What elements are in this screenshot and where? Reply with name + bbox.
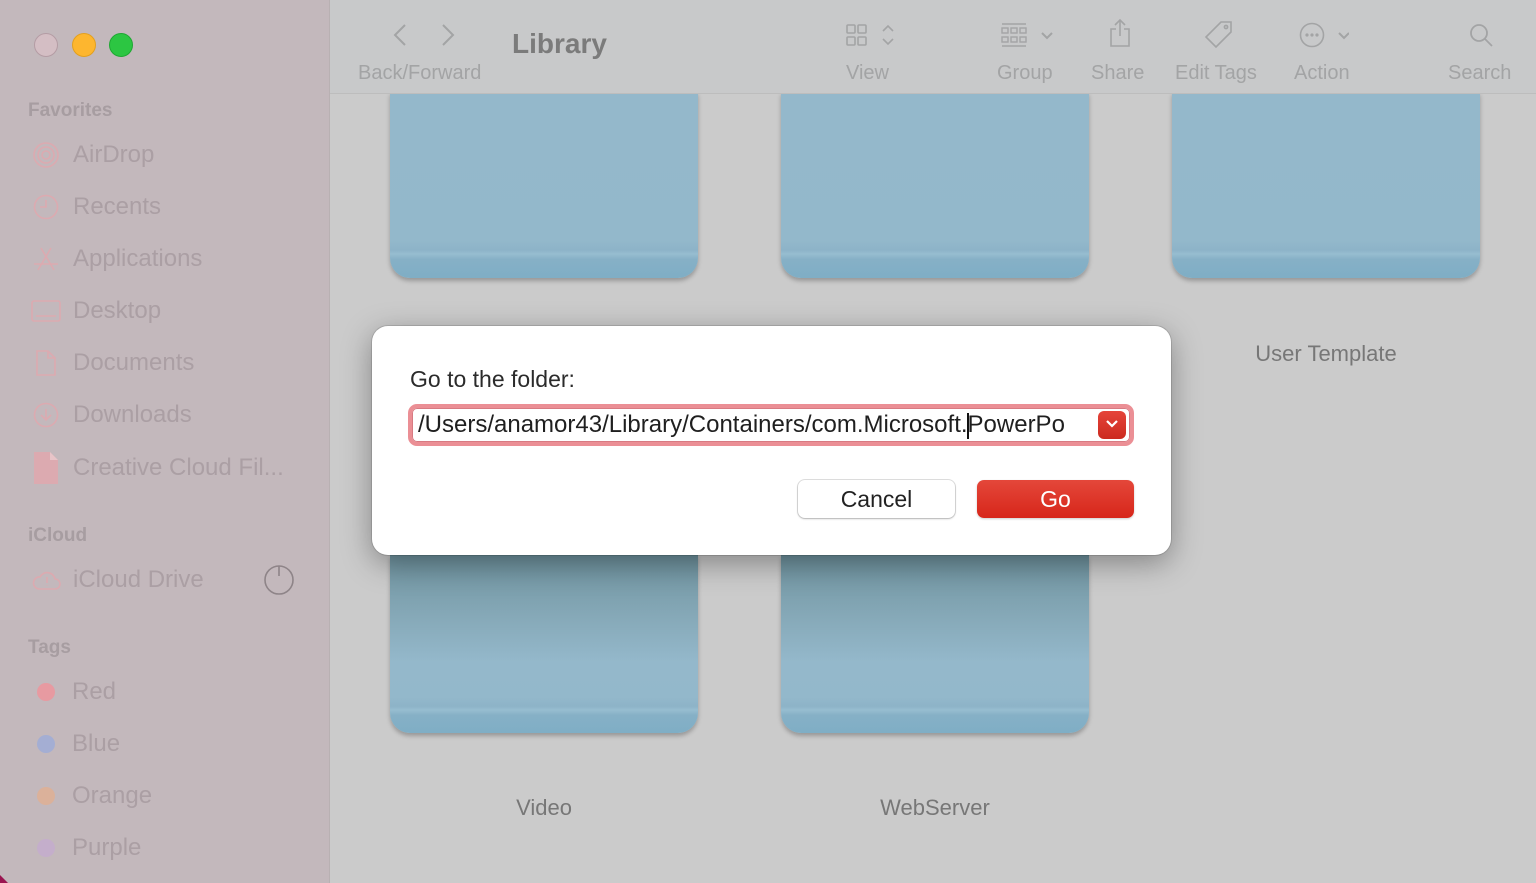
path-history-dropdown-button[interactable] — [1098, 411, 1126, 439]
share-label: Share — [1091, 62, 1145, 84]
path-text-before-caret: /Users/anamor43/Library/Containers/com.M… — [418, 411, 968, 438]
window-title: Library — [512, 28, 607, 59]
action-label: Action — [1294, 62, 1350, 84]
applications-icon — [30, 245, 62, 273]
group-label: Group — [997, 62, 1053, 84]
sidebar-item-label: iCloud Drive — [73, 566, 204, 593]
tag-dot-blue — [37, 735, 55, 753]
sidebar-item-icloud-drive[interactable]: iCloud Drive — [30, 563, 204, 597]
sidebar-item-recents[interactable]: Recents — [30, 190, 161, 224]
view-label: View — [846, 62, 889, 84]
path-text-after-caret: PowerPo — [967, 411, 1065, 438]
back-button[interactable] — [390, 22, 410, 53]
sidebar-item-downloads[interactable]: Downloads — [30, 398, 192, 432]
tag-dot-orange — [37, 787, 55, 805]
folder-item[interactable] — [781, 92, 1089, 278]
folder-item[interactable] — [390, 92, 698, 278]
search-icon[interactable] — [1468, 22, 1494, 53]
section-heading-favorites: Favorites — [28, 100, 113, 121]
document-icon — [30, 349, 62, 377]
folder-label-video[interactable]: Video — [390, 795, 698, 821]
folder-path-field[interactable]: /Users/anamor43/Library/Containers/com.M… — [408, 404, 1134, 446]
forward-button[interactable] — [438, 22, 458, 53]
minimize-window-button[interactable] — [72, 33, 96, 57]
folder-webserver[interactable] — [781, 555, 1089, 733]
chevron-down-icon — [1105, 416, 1119, 434]
search-label: Search — [1448, 62, 1512, 84]
sidebar-item-creative-cloud-files[interactable]: Creative Cloud Fil... — [30, 451, 284, 485]
go-to-folder-dialog: Go to the folder: /Users/anamor43/Librar… — [372, 326, 1171, 555]
folder-path-input[interactable]: /Users/anamor43/Library/Containers/com.M… — [418, 408, 1098, 442]
sidebar-item-label: Red — [72, 678, 117, 705]
sidebar: Favorites AirDrop Recents Applications D… — [0, 0, 330, 883]
icloud-warning-icon — [30, 566, 62, 594]
desktop-icon — [30, 297, 62, 325]
section-heading-tags: Tags — [28, 637, 71, 658]
sidebar-item-desktop[interactable]: Desktop — [30, 294, 161, 328]
clock-icon — [30, 193, 62, 221]
tag-dot-purple — [37, 839, 55, 857]
sidebar-tag-purple[interactable]: Purple — [30, 831, 141, 865]
toolbar: Back/Forward Library View Group Share Ed… — [330, 0, 1536, 94]
sidebar-item-label: Applications — [73, 245, 203, 272]
sidebar-item-label: Orange — [72, 782, 153, 809]
group-icon[interactable] — [1000, 22, 1060, 55]
sidebar-item-label: Creative Cloud Fil... — [73, 454, 284, 481]
file-icon — [30, 452, 62, 484]
sidebar-item-applications[interactable]: Applications — [30, 242, 202, 276]
sidebar-item-airdrop[interactable]: AirDrop — [30, 138, 154, 172]
sidebar-tag-blue[interactable]: Blue — [30, 727, 120, 761]
download-icon — [30, 401, 62, 429]
sidebar-item-label: Blue — [72, 730, 121, 757]
dialog-prompt: Go to the folder: — [410, 366, 575, 392]
sidebar-item-documents[interactable]: Documents — [30, 346, 194, 380]
share-icon[interactable] — [1108, 18, 1132, 53]
sidebar-item-label: Desktop — [73, 297, 162, 324]
tag-dot-red — [37, 683, 55, 701]
close-window-button[interactable] — [34, 33, 58, 57]
back-forward-label: Back/Forward — [358, 62, 482, 84]
sidebar-tag-orange[interactable]: Orange — [30, 779, 152, 813]
sidebar-item-label: Downloads — [73, 401, 192, 428]
folder-item[interactable] — [1172, 92, 1480, 278]
sidebar-tag-red[interactable]: Red — [30, 675, 116, 709]
airdrop-icon — [30, 141, 62, 169]
sidebar-item-label: AirDrop — [73, 141, 155, 168]
cancel-button[interactable]: Cancel — [798, 480, 955, 518]
go-button[interactable]: Go — [977, 480, 1134, 518]
sidebar-item-label: Recents — [73, 193, 162, 220]
window-corner-decoration — [0, 875, 8, 883]
maximize-window-button[interactable] — [109, 33, 133, 57]
folder-video[interactable] — [390, 555, 698, 733]
folder-label-user-template[interactable]: User Template — [1172, 341, 1480, 367]
folder-label-webserver[interactable]: WebServer — [781, 795, 1089, 821]
view-icon[interactable] — [846, 23, 906, 54]
tag-icon[interactable] — [1204, 20, 1234, 55]
sidebar-item-label: Purple — [72, 834, 142, 861]
action-icon[interactable] — [1299, 22, 1350, 53]
sync-progress-icon — [263, 564, 295, 601]
section-heading-icloud: iCloud — [28, 525, 88, 546]
sidebar-item-label: Documents — [73, 349, 195, 376]
edit-tags-label: Edit Tags — [1175, 62, 1257, 84]
